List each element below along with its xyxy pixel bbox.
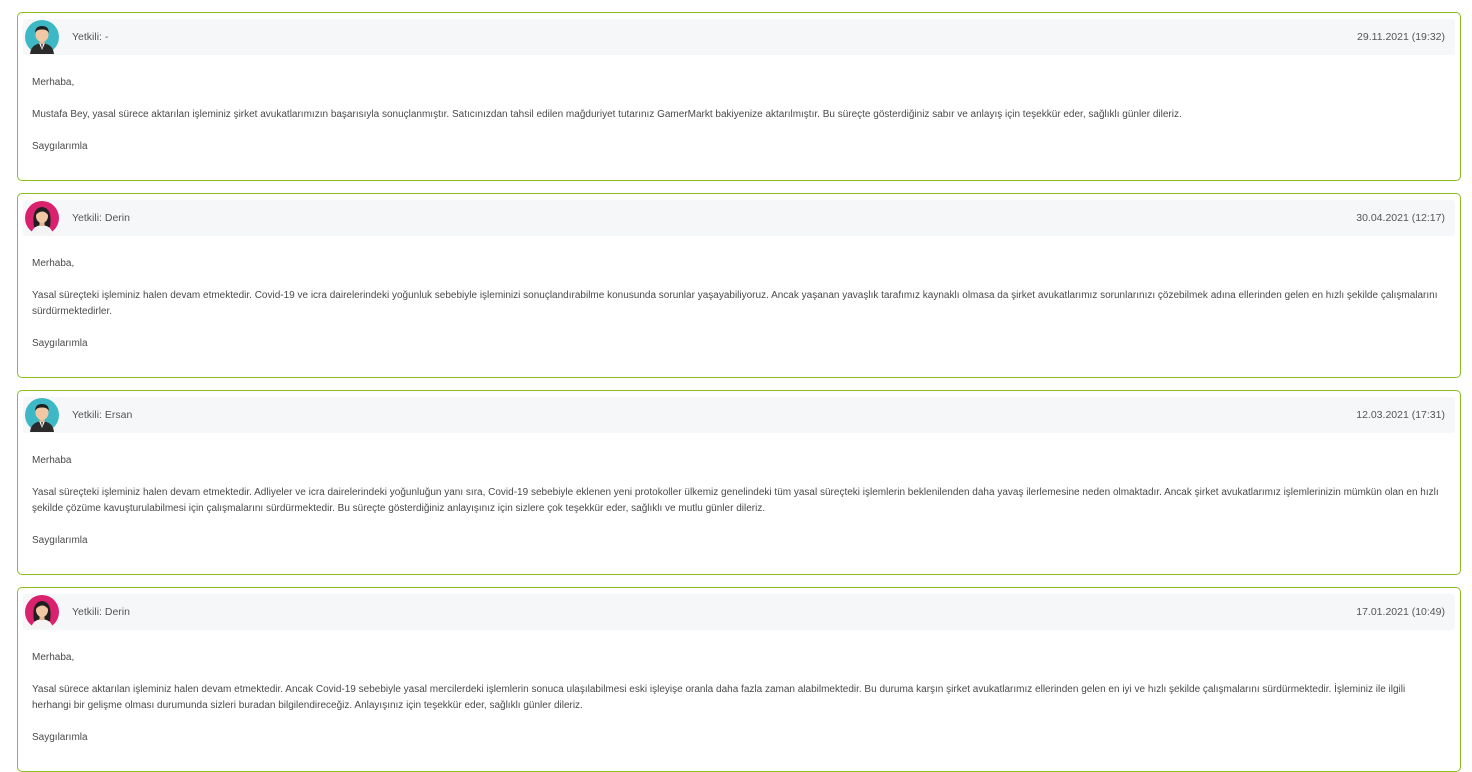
message-closing: Saygılarımla xyxy=(32,141,88,152)
message-author: Yetkili: - xyxy=(72,31,109,43)
message-text: Mustafa Bey, yasal sürece aktarılan işle… xyxy=(32,109,1182,120)
message-closing: Saygılarımla xyxy=(32,732,88,743)
female-agent-icon xyxy=(25,201,59,235)
message-text: Yasal sürece aktarılan işleminiz halen d… xyxy=(32,684,1406,711)
message-header: Yetkili: Ersan 12.03.2021 (17:31) xyxy=(23,397,1455,433)
message-body: Merhaba Yasal süreçteki işleminiz halen … xyxy=(32,453,1446,565)
message-feed: Yetkili: - 29.11.2021 (19:32) Merhaba, M… xyxy=(0,0,1472,772)
message-header: Yetkili: Derin 17.01.2021 (10:49) xyxy=(23,594,1455,630)
message-closing: Saygılarımla xyxy=(32,338,88,349)
male-agent-icon xyxy=(25,398,59,432)
message-date: 29.11.2021 (19:32) xyxy=(1357,31,1445,43)
message-greeting: Merhaba, xyxy=(32,652,75,663)
message-author: Yetkili: Derin xyxy=(72,212,130,224)
message-card: Yetkili: - 29.11.2021 (19:32) Merhaba, M… xyxy=(17,12,1461,181)
message-header: Yetkili: Derin 30.04.2021 (12:17) xyxy=(23,200,1455,236)
message-author: Yetkili: Derin xyxy=(72,606,130,618)
message-date: 12.03.2021 (17:31) xyxy=(1356,409,1445,421)
male-agent-icon xyxy=(25,20,59,54)
message-card: Yetkili: Ersan 12.03.2021 (17:31) Merhab… xyxy=(17,390,1461,575)
message-greeting: Merhaba xyxy=(32,455,72,466)
message-card: Yetkili: Derin 30.04.2021 (12:17) Merhab… xyxy=(17,193,1461,378)
female-agent-icon xyxy=(25,595,59,629)
message-closing: Saygılarımla xyxy=(32,535,88,546)
message-body: Merhaba, Mustafa Bey, yasal sürece aktar… xyxy=(32,75,1446,171)
message-author: Yetkili: Ersan xyxy=(72,409,133,421)
message-greeting: Merhaba, xyxy=(32,77,75,88)
message-body: Merhaba, Yasal sürece aktarılan işlemini… xyxy=(32,650,1446,762)
message-date: 30.04.2021 (12:17) xyxy=(1356,212,1445,224)
message-card: Yetkili: Derin 17.01.2021 (10:49) Merhab… xyxy=(17,587,1461,772)
message-text: Yasal süreçteki işleminiz halen devam et… xyxy=(32,290,1438,317)
message-header: Yetkili: - 29.11.2021 (19:32) xyxy=(23,19,1455,55)
message-greeting: Merhaba, xyxy=(32,258,75,269)
message-date: 17.01.2021 (10:49) xyxy=(1356,606,1445,618)
message-body: Merhaba, Yasal süreçteki işleminiz halen… xyxy=(32,256,1446,368)
message-text: Yasal süreçteki işleminiz halen devam et… xyxy=(32,487,1439,514)
